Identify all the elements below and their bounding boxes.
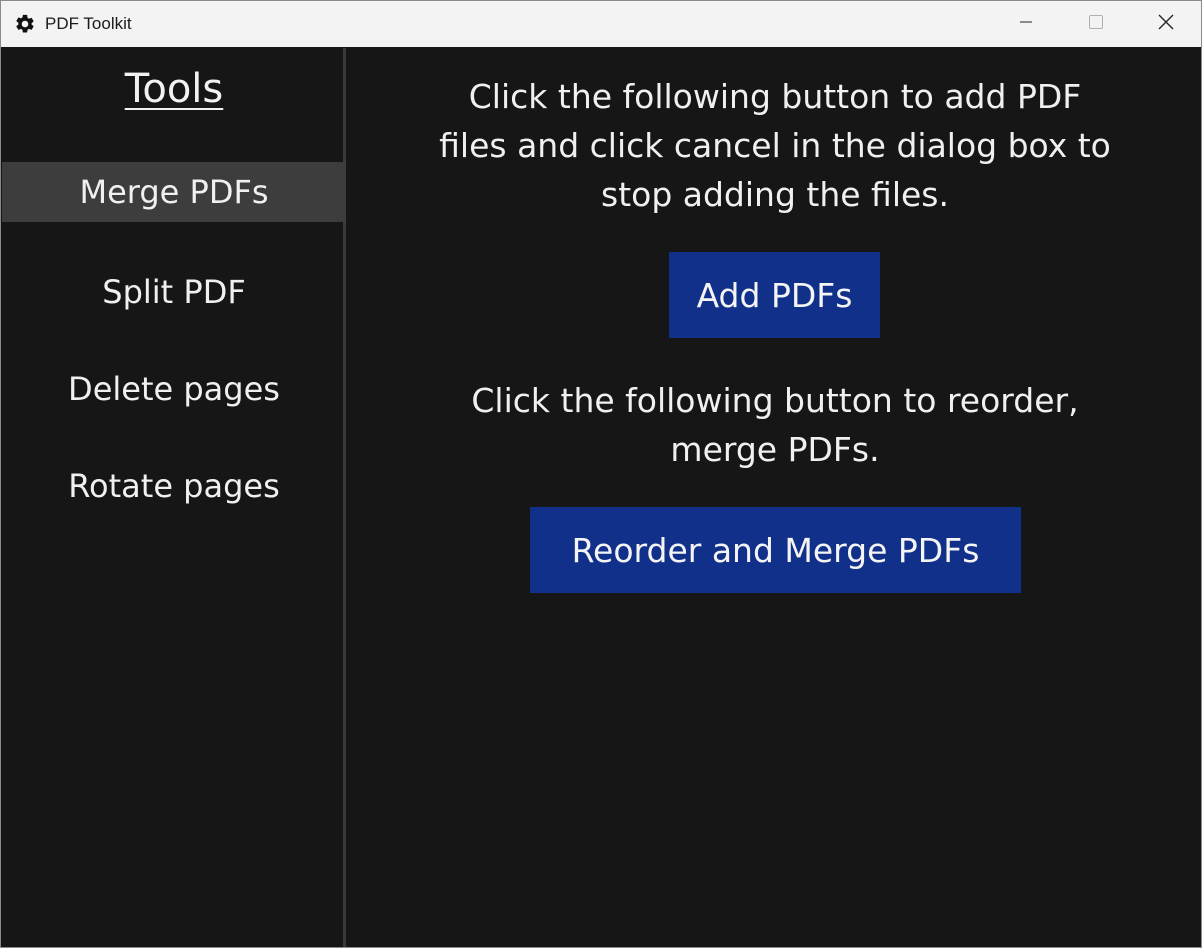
sidebar-item-merge-pdfs[interactable]: Merge PDFs: [2, 162, 346, 222]
minimize-icon: [1020, 15, 1032, 33]
close-icon: [1158, 14, 1174, 35]
sidebar: Tools Merge PDFs Split PDF Delete pages …: [2, 48, 346, 947]
reorder-instructions-line-2: merge PDFs.: [670, 430, 880, 469]
close-button[interactable]: [1131, 1, 1201, 47]
window-controls: [991, 1, 1201, 47]
add-instructions-line-1: Click the following button to add PDF: [468, 77, 1082, 116]
sidebar-title: Tools: [124, 66, 224, 112]
add-instructions: Click the following button to add PDF fi…: [349, 72, 1201, 219]
reorder-and-merge-button[interactable]: Reorder and Merge PDFs: [530, 507, 1021, 593]
add-instructions-line-3: stop adding the files.: [601, 175, 949, 214]
minimize-button[interactable]: [991, 1, 1061, 47]
app-window: PDF Toolkit Tools Merge PDFs Split PDF D…: [0, 0, 1202, 948]
sidebar-item-delete-pages[interactable]: Delete pages: [2, 359, 346, 419]
reorder-instructions: Click the following button to reorder, m…: [349, 376, 1201, 474]
sidebar-item-rotate-pages[interactable]: Rotate pages: [2, 456, 346, 516]
add-pdfs-button[interactable]: Add PDFs: [669, 252, 880, 338]
sidebar-item-label: Split PDF: [102, 273, 246, 311]
title-bar[interactable]: PDF Toolkit: [1, 1, 1201, 47]
sidebar-item-split-pdf[interactable]: Split PDF: [2, 262, 346, 322]
sidebar-item-label: Rotate pages: [68, 467, 280, 505]
gear-icon: [14, 13, 36, 35]
reorder-instructions-line-1: Click the following button to reorder,: [471, 381, 1079, 420]
add-instructions-line-2: files and click cancel in the dialog box…: [439, 126, 1111, 165]
maximize-icon: [1089, 14, 1103, 34]
main-panel: Click the following button to add PDF fi…: [349, 48, 1201, 947]
maximize-button[interactable]: [1061, 1, 1131, 47]
window-title: PDF Toolkit: [45, 14, 132, 33]
app-content: Tools Merge PDFs Split PDF Delete pages …: [2, 48, 1201, 947]
sidebar-item-label: Merge PDFs: [79, 173, 269, 211]
sidebar-item-label: Delete pages: [68, 370, 280, 408]
